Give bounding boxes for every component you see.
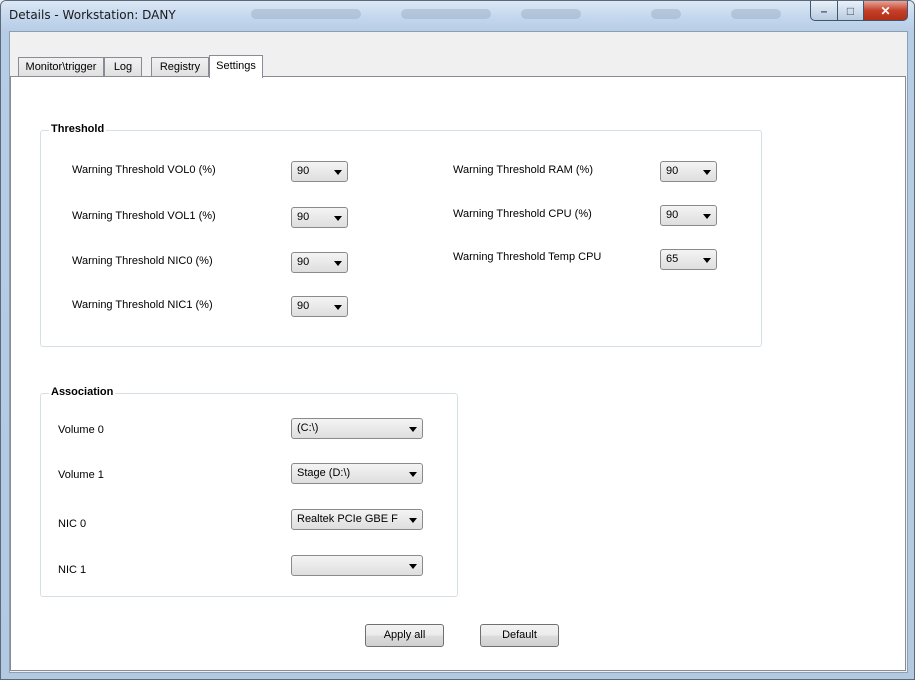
chevron-down-icon <box>334 216 342 221</box>
title-bar-blur <box>251 9 361 19</box>
threshold-temp-cpu-select[interactable]: 65 <box>660 249 717 270</box>
settings-panel: Threshold Warning Threshold VOL0 (%) 90 … <box>10 76 906 671</box>
title-bar-blur <box>731 9 781 19</box>
chevron-down-icon <box>409 518 417 523</box>
threshold-ram-label: Warning Threshold RAM (%) <box>453 164 593 176</box>
nic-1-label: NIC 1 <box>58 564 87 576</box>
title-bar-blur <box>651 9 681 19</box>
chevron-down-icon <box>409 427 417 432</box>
window-title: Details - Workstation: DANY <box>9 8 176 22</box>
client-area: Monitor\trigger Log Registry Settings Th… <box>9 31 908 673</box>
chevron-down-icon <box>334 170 342 175</box>
tab-log[interactable]: Log <box>104 57 142 76</box>
threshold-vol1-label: Warning Threshold VOL1 (%) <box>72 210 216 222</box>
volume-1-select[interactable]: Stage (D:\) <box>291 463 423 484</box>
threshold-nic0-select[interactable]: 90 <box>291 252 348 273</box>
threshold-vol0-label: Warning Threshold VOL0 (%) <box>72 164 216 176</box>
nic-1-select[interactable] <box>291 555 423 576</box>
threshold-nic1-select[interactable]: 90 <box>291 296 348 317</box>
association-legend: Association <box>49 386 116 398</box>
threshold-cpu-select[interactable]: 90 <box>660 205 717 226</box>
association-group: Association Volume 0 (C:\) Volume 1 Stag… <box>40 386 458 597</box>
volume-1-label: Volume 1 <box>58 469 104 481</box>
title-bar-blur <box>521 9 581 19</box>
threshold-cpu-label: Warning Threshold CPU (%) <box>453 208 592 220</box>
chevron-down-icon <box>334 305 342 310</box>
threshold-nic1-label: Warning Threshold NIC1 (%) <box>72 299 213 311</box>
volume-0-label: Volume 0 <box>58 424 104 436</box>
close-icon: ✕ <box>880 3 891 18</box>
minimize-button[interactable]: – <box>810 1 838 21</box>
title-bar-blur <box>401 9 491 19</box>
volume-0-select[interactable]: (C:\) <box>291 418 423 439</box>
details-window: Details - Workstation: DANY – □ ✕ Monito… <box>0 0 915 680</box>
title-bar[interactable]: Details - Workstation: DANY – □ ✕ <box>1 1 914 31</box>
chevron-down-icon <box>409 472 417 477</box>
nic-0-select[interactable]: Realtek PCIe GBE F <box>291 509 423 530</box>
threshold-vol0-select[interactable]: 90 <box>291 161 348 182</box>
tab-monitor-trigger[interactable]: Monitor\trigger <box>18 57 104 76</box>
threshold-nic0-label: Warning Threshold NIC0 (%) <box>72 255 213 267</box>
tab-registry[interactable]: Registry <box>151 57 209 76</box>
maximize-button[interactable]: □ <box>838 1 864 21</box>
tab-settings[interactable]: Settings <box>209 55 263 78</box>
threshold-group: Threshold Warning Threshold VOL0 (%) 90 … <box>40 123 762 347</box>
close-button[interactable]: ✕ <box>864 1 908 21</box>
chevron-down-icon <box>703 258 711 263</box>
minimize-icon: – <box>820 3 828 18</box>
apply-all-button[interactable]: Apply all <box>365 624 444 647</box>
chevron-down-icon <box>703 170 711 175</box>
default-button[interactable]: Default <box>480 624 559 647</box>
threshold-ram-select[interactable]: 90 <box>660 161 717 182</box>
threshold-temp-cpu-label: Warning Threshold Temp CPU <box>453 251 602 263</box>
nic-0-label: NIC 0 <box>58 518 87 530</box>
threshold-legend: Threshold <box>49 123 107 135</box>
chevron-down-icon <box>334 261 342 266</box>
threshold-vol1-select[interactable]: 90 <box>291 207 348 228</box>
chevron-down-icon <box>409 564 417 569</box>
chevron-down-icon <box>703 214 711 219</box>
maximize-icon: □ <box>846 3 855 18</box>
